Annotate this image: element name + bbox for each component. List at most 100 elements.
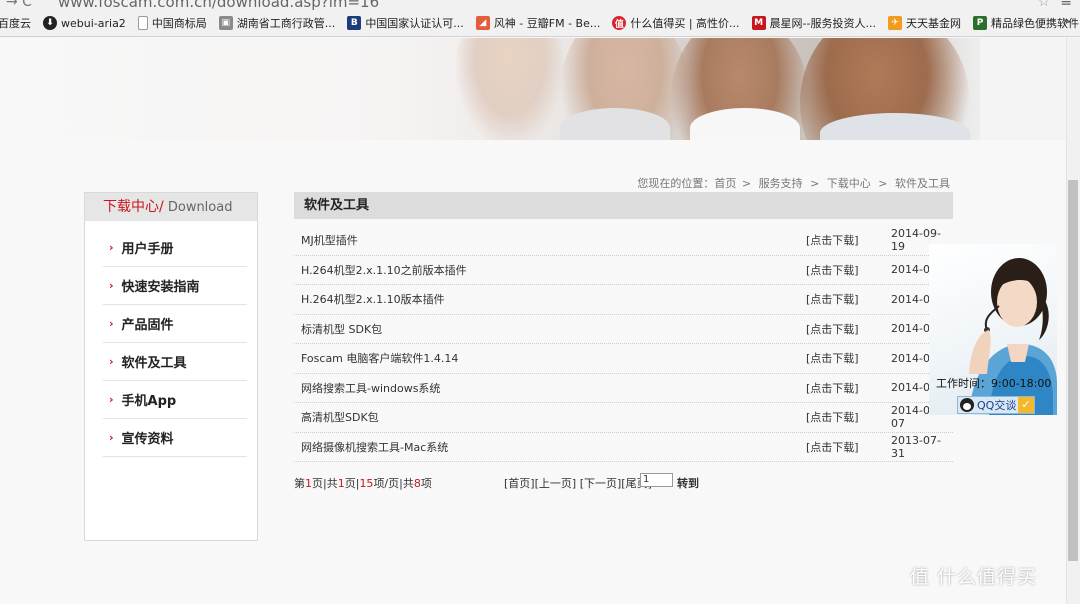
item-title-link[interactable]: MJ机型插件 — [294, 232, 806, 248]
item-date: 2013-07-31 — [891, 433, 941, 460]
download-link[interactable]: [点击下载] — [806, 439, 891, 455]
download-link[interactable]: [点击下载] — [806, 409, 891, 425]
per-page-number: 15 — [359, 477, 374, 490]
bookmarks-bar: 百度云 ⬇ webui-aria2 中国商标局 ▣ 湖南省工商行政管... B … — [0, 10, 1080, 37]
breadcrumb-separator: > — [878, 177, 888, 190]
sidebar-item-label: 宣传资料 — [121, 432, 174, 447]
sidebar-item-quick-install[interactable]: › 快速安装指南 — [103, 267, 247, 305]
address-bar-url[interactable]: www.foscam.com.cn/download.asp?lm=16 — [58, 0, 379, 10]
qq-penguin-belly — [963, 403, 971, 410]
bookmark-label: 百度云 — [0, 17, 31, 30]
sidebar-item-label: 快速安装指南 — [121, 280, 200, 295]
sidebar-item-mobile-app[interactable]: › 手机App — [103, 381, 247, 419]
chevron-right-icon: › — [109, 355, 114, 368]
download-link[interactable]: [点击下载] — [806, 350, 891, 366]
bookmark-smzdm[interactable]: 值 什么值得买 | 高性价... — [612, 15, 740, 31]
sidebar-item-label: 产品固件 — [121, 318, 174, 333]
sidebar-item-user-manual[interactable]: › 用户手册 — [103, 229, 247, 267]
bookmark-morningstar[interactable]: M 晨星网--服务投资人... — [751, 15, 876, 31]
back-forward-reload-icons[interactable]: → C — [6, 0, 32, 10]
next-page-link[interactable]: [下一页] — [580, 477, 622, 490]
bookmarks-overflow-button[interactable]: » — [1062, 14, 1070, 29]
sidebar-item-label: 软件及工具 — [121, 356, 187, 371]
morningstar-icon: M — [751, 16, 766, 30]
sidebar-item-software-tools[interactable]: › 软件及工具 — [103, 343, 247, 381]
download-link[interactable]: [点击下载] — [806, 380, 891, 396]
item-title-link[interactable]: 标清机型 SDK包 — [294, 321, 806, 337]
image-icon: ▣ — [218, 16, 233, 30]
banner-image — [0, 38, 980, 140]
sidebar-title-cn: 下载中心/ — [103, 199, 164, 215]
goto-page-input[interactable]: 1 — [640, 473, 673, 487]
breadcrumb-link-home[interactable]: 首页 — [714, 177, 736, 190]
bookmark-label: 天天基金网 — [906, 17, 961, 30]
qq-chat-button[interactable]: QQ交谈 ✓ — [957, 396, 1035, 414]
banner-shirt — [690, 108, 800, 140]
pager-text: 第 — [294, 477, 305, 490]
first-page-link[interactable]: [首页] — [504, 477, 535, 490]
pager-text: 项/页|共 — [373, 477, 414, 490]
bookmark-trademark-office[interactable]: 中国商标局 — [137, 15, 207, 31]
pager-text: 页| — [344, 477, 360, 490]
bookmark-label: 什么值得买 | 高性价... — [630, 17, 740, 30]
watermark-logo: 值 什么值得买 — [910, 566, 1038, 588]
total-pages-number: 1 — [337, 477, 345, 490]
bookmark-hunan-aic[interactable]: ▣ 湖南省工商行政管... — [218, 15, 336, 31]
item-title-link[interactable]: 高清机型SDK包 — [294, 409, 806, 425]
section-title: 软件及工具 — [294, 192, 953, 219]
item-title-link[interactable]: H.264机型2.x.1.10之前版本插件 — [294, 262, 806, 278]
chevron-right-icon: › — [109, 241, 114, 254]
customer-service-widget: 工作时间：9:00-18:00 QQ交谈 ✓ — [929, 244, 1057, 415]
p-icon: P — [973, 16, 987, 30]
chevron-right-icon: › — [109, 317, 114, 330]
breadcrumb-separator: > — [810, 177, 820, 190]
breadcrumb-link-download[interactable]: 下载中心 — [827, 177, 871, 190]
bookmark-fund[interactable]: ✈ 天天基金网 — [888, 15, 961, 31]
list-item: MJ机型插件 [点击下载] 2014-09-19 — [294, 226, 953, 256]
cnca-icon: B — [347, 16, 362, 30]
banner-shirt — [560, 108, 670, 140]
sidebar-list: › 用户手册 › 快速安装指南 › 产品固件 › 软件及工具 › 手机App ›… — [85, 221, 257, 457]
checkmark-icon: ✓ — [1018, 397, 1034, 413]
page-icon — [137, 16, 148, 30]
sidebar-item-firmware[interactable]: › 产品固件 — [103, 305, 247, 343]
list-item: H.264机型2.x.1.10版本插件 [点击下载] 2014-09 — [294, 285, 953, 315]
download-link[interactable]: [点击下载] — [806, 232, 891, 248]
sidebar-title-en: Download — [163, 200, 233, 215]
goto-button[interactable]: 转到 — [677, 475, 699, 491]
bookmark-webui-aria2[interactable]: ⬇ webui-aria2 — [43, 16, 126, 30]
bookmark-star-icon[interactable]: ☆ — [1037, 0, 1050, 10]
bookmark-label: webui-aria2 — [61, 16, 126, 30]
pager-text: 项 — [420, 477, 432, 490]
item-title-link[interactable]: Foscam 电脑客户端软件1.4.14 — [294, 350, 806, 366]
qq-penguin-icon — [960, 398, 974, 412]
sidebar-item-label: 用户手册 — [121, 242, 174, 257]
breadcrumb-link-service[interactable]: 服务支持 — [759, 177, 803, 190]
banner-edge — [980, 38, 1080, 140]
sidebar-item-promo-materials[interactable]: › 宣传资料 — [103, 419, 247, 457]
bookmark-douban-fm[interactable]: ◢ 风神 - 豆瓣FM - Be... — [475, 15, 601, 31]
sidebar-header: 下载中心/ Download — [85, 193, 257, 221]
list-item: 标清机型 SDK包 [点击下载] 2014-08 — [294, 315, 953, 344]
scrollbar-thumb[interactable] — [1068, 180, 1078, 561]
item-title-link[interactable]: 网络搜索工具-windows系统 — [294, 380, 806, 396]
download-arrow-icon: ⬇ — [43, 16, 57, 30]
item-title-link[interactable]: 网络摄像机搜索工具-Mac系统 — [294, 439, 806, 455]
bookmark-baidu-cloud[interactable]: 百度云 — [0, 15, 31, 31]
pagination: 第1页|共1页|15项/页|共8项 [首页][上一页] [下一页][尾页] 1 … — [294, 472, 953, 492]
fund-icon: ✈ — [888, 16, 902, 30]
bookmark-label: 湖南省工商行政管... — [236, 17, 336, 30]
download-link[interactable]: [点击下载] — [806, 321, 891, 337]
bookmark-label: 风神 - 豆瓣FM - Be... — [493, 17, 601, 30]
download-link[interactable]: [点击下载] — [806, 291, 891, 307]
breadcrumb: 您现在的位置：首页 > 服务支持 > 下载中心 > 软件及工具 — [637, 175, 952, 191]
browser-menu-icon[interactable]: ≡ — [1060, 0, 1072, 10]
total-items-number: 8 — [413, 477, 421, 490]
chevron-right-icon: › — [109, 393, 114, 406]
item-title-link[interactable]: H.264机型2.x.1.10版本插件 — [294, 291, 806, 307]
bookmark-label: 中国国家认证认可... — [365, 17, 464, 30]
prev-page-link[interactable]: [上一页] — [535, 477, 577, 490]
download-link[interactable]: [点击下载] — [806, 262, 891, 278]
download-list: MJ机型插件 [点击下载] 2014-09-19 H.264机型2.x.1.10… — [294, 226, 953, 462]
bookmark-cnca[interactable]: B 中国国家认证认可... — [347, 15, 464, 31]
